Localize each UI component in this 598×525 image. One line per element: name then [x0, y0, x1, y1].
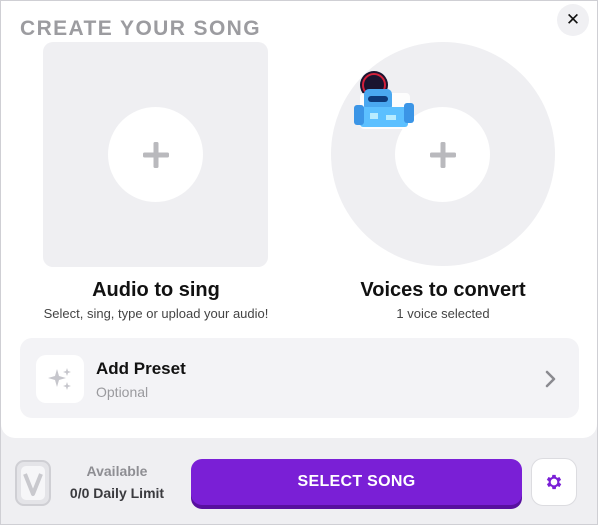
audio-add-circle: [108, 107, 203, 202]
voices-subtitle: 1 voice selected: [396, 306, 490, 321]
settings-button[interactable]: [531, 458, 577, 506]
audio-subtitle: Select, sing, type or upload your audio!: [43, 306, 269, 321]
create-song-dialog: CREATE YOUR SONG ✕ Audio to sing Select,…: [1, 1, 597, 438]
selected-voice-avatar[interactable]: [350, 69, 418, 133]
voices-label: Voices to convert: [360, 279, 526, 301]
close-icon: ✕: [565, 10, 581, 29]
chevron-right-icon: [545, 370, 556, 388]
plus-icon: [429, 141, 456, 168]
preset-title: Add Preset: [96, 359, 186, 378]
audio-label: Audio to sing: [92, 279, 220, 301]
gear-icon: [546, 474, 562, 490]
daily-limit-label: 0/0 Daily Limit: [69, 485, 165, 501]
preset-subtitle: Optional: [96, 384, 149, 400]
available-label: Available: [86, 463, 148, 479]
plus-icon: [142, 141, 169, 168]
select-song-button[interactable]: SELECT SONG: [191, 459, 522, 505]
sparkles-icon: [48, 368, 71, 390]
audio-picker-tile[interactable]: [43, 42, 268, 267]
close-button[interactable]: ✕: [557, 4, 589, 36]
preset-icon-box: [36, 355, 84, 403]
credit-card-icon: [15, 460, 51, 506]
add-preset-row[interactable]: Add Preset Optional: [20, 338, 579, 418]
dialog-title: CREATE YOUR SONG: [20, 17, 261, 40]
